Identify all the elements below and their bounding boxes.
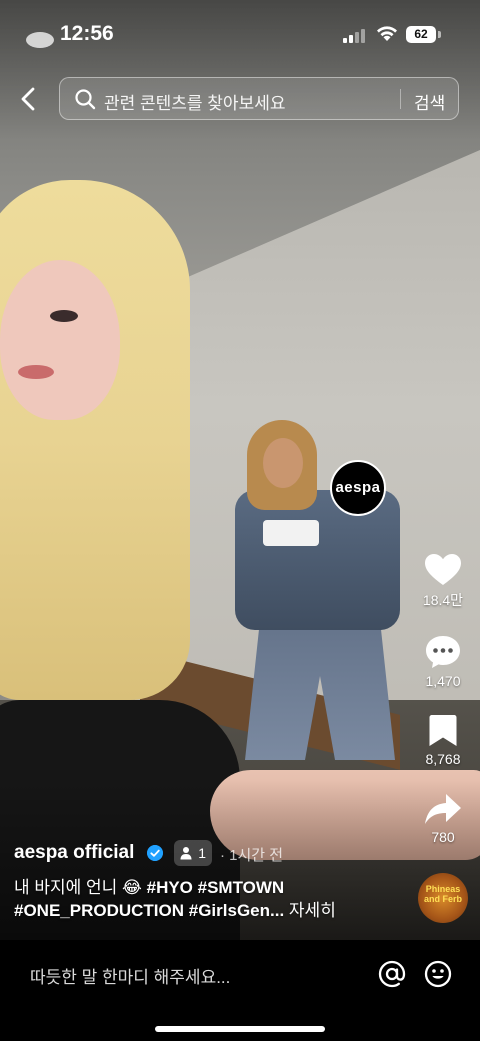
caption-text[interactable]: 내 바지에 언니 😂 #HYO #SMTOWN #ONE_PRODUCTION … [14, 876, 414, 922]
search-input[interactable]: 관련 콘텐츠를 찾아보세요 [104, 89, 286, 114]
person-icon [180, 847, 192, 860]
caption-prefix: 내 바지에 언니 😂 [14, 878, 147, 897]
search-icon [75, 89, 96, 110]
post-time: · 1시간 전 [220, 847, 284, 864]
verified-badge-icon [147, 845, 163, 861]
video-person-foreground [0, 180, 240, 940]
caption-block: aespa official 1 · 1시간 전 내 바지에 언니 😂 #HYO… [14, 840, 414, 922]
bookmark-icon [429, 715, 457, 746]
collaborator-chip[interactable]: 1 [174, 840, 212, 866]
creator-avatar[interactable]: aespa [330, 460, 386, 516]
search-divider [400, 89, 401, 109]
creator-name[interactable]: aespa official [14, 842, 134, 864]
save-button[interactable]: 8,768 [408, 714, 478, 767]
like-button[interactable]: 18.4만 [408, 553, 478, 610]
heart-icon [425, 554, 461, 585]
wifi-icon [377, 26, 397, 41]
share-button[interactable]: 780 [408, 792, 478, 845]
home-indicator [155, 1026, 325, 1032]
author-row: aespa official 1 · 1시간 전 [14, 840, 414, 868]
comment-bar: 따듯한 말 한마디 해주세요... [0, 940, 480, 1041]
status-bar: 12:56 62 [0, 0, 480, 70]
battery-icon: 62 [406, 26, 436, 43]
share-count: 780 [431, 829, 455, 845]
camera-dot [26, 32, 54, 48]
comment-button[interactable]: 1,470 [408, 634, 478, 689]
hashtags-line1[interactable]: #HYO #SMTOWN [147, 878, 285, 897]
battery-cap [438, 31, 441, 38]
cellular-signal-icon [343, 27, 369, 43]
search-button[interactable]: 검색 [414, 89, 445, 114]
more-link[interactable]: 자세히 [289, 901, 336, 920]
comment-input[interactable]: 따듯한 말 한마디 해주세요... [30, 963, 230, 988]
music-disc-label: Phineas and Ferb [423, 884, 462, 904]
like-count: 18.4만 [422, 592, 464, 608]
comment-icon [426, 636, 460, 668]
hashtags-line2[interactable]: #ONE_PRODUCTION #GirlsGen... [14, 901, 284, 920]
back-arrow-icon[interactable] [12, 82, 46, 116]
share-arrow-icon [425, 794, 461, 824]
music-disc[interactable]: Phineas and Ferb [418, 873, 468, 923]
comment-count: 1,470 [425, 673, 461, 689]
save-count: 8,768 [425, 751, 461, 767]
emoji-icon[interactable] [424, 960, 452, 988]
status-time: 12:56 [60, 22, 114, 45]
collaborator-count: 1 [198, 845, 206, 861]
search-bar[interactable]: 관련 콘텐츠를 찾아보세요 검색 [59, 77, 459, 120]
mention-at-icon[interactable] [378, 960, 406, 988]
